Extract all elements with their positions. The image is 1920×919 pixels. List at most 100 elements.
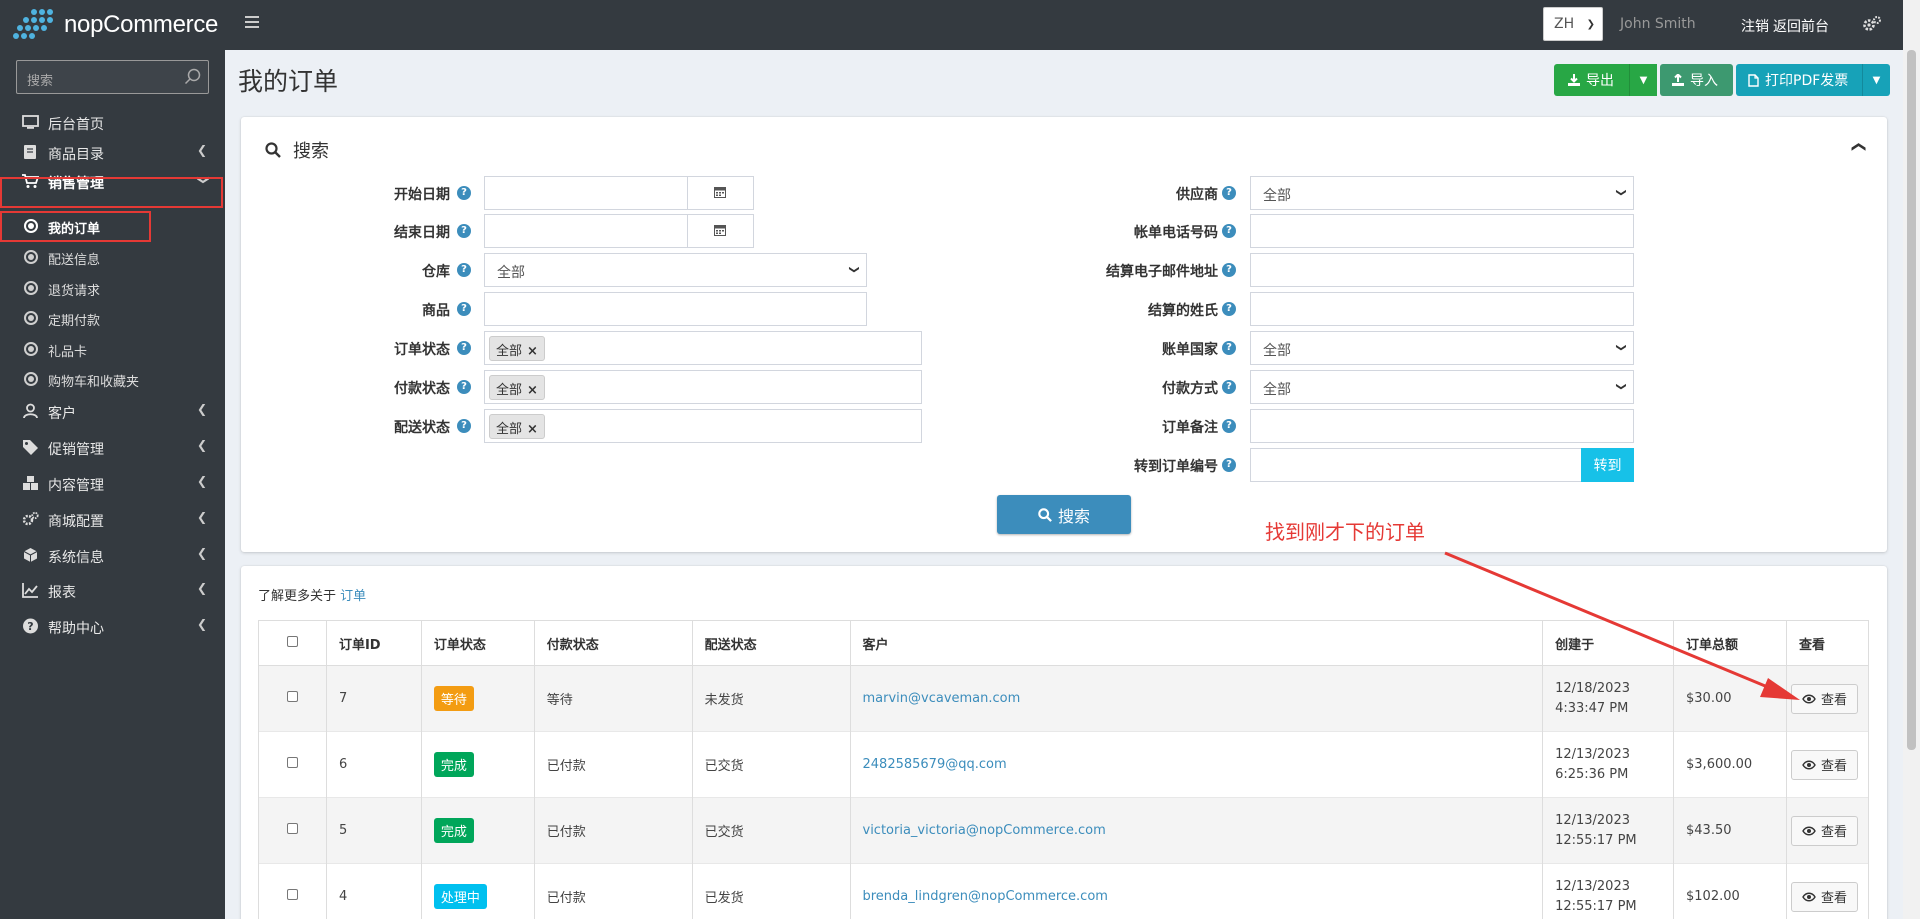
row-select-cell[interactable] <box>258 731 327 798</box>
view-order-button[interactable]: 查看 <box>1790 749 1858 780</box>
order-status-tag[interactable]: 全部 × <box>489 336 545 361</box>
order-notes-input[interactable] <box>1250 409 1634 443</box>
sidebar-item-promotions[interactable]: 促销管理 ❮ <box>0 432 225 462</box>
sidebar-item-reports[interactable]: 报表 ❮ <box>0 575 225 605</box>
help-icon[interactable]: ? <box>1222 186 1236 200</box>
column-header[interactable]: 客户 <box>849 620 1544 666</box>
payment-method-select[interactable]: 全部 ❮ <box>1250 370 1634 404</box>
customer-email-link[interactable]: victoria_victoria@nopCommerce.com <box>863 823 1106 838</box>
end-date-input[interactable] <box>484 214 754 248</box>
sidebar-item-customers[interactable]: 客户 ❮ <box>0 396 225 426</box>
view-order-button[interactable]: 查看 <box>1790 815 1858 846</box>
help-icon[interactable]: ? <box>1222 419 1236 433</box>
shipping-status-tag[interactable]: 全部 × <box>489 414 545 439</box>
import-button[interactable]: 导入 <box>1660 64 1733 96</box>
sidebar-item-gift-cards[interactable]: 礼品卡 <box>0 335 225 363</box>
sidebar-item-help[interactable]: ? 帮助中心 ❮ <box>0 611 225 641</box>
back-to-store-link[interactable]: 返回前台 <box>1773 16 1829 36</box>
start-date-input[interactable] <box>484 176 754 210</box>
logout-link[interactable]: 注销 <box>1741 16 1769 36</box>
goto-order-input[interactable] <box>1250 448 1582 482</box>
language-select[interactable]: ZH ❯ <box>1543 7 1603 41</box>
customer-email-link[interactable]: marvin@vcaveman.com <box>863 691 1021 706</box>
help-icon[interactable]: ? <box>1222 302 1236 316</box>
row-select-cell[interactable] <box>258 863 327 919</box>
help-icon[interactable]: ? <box>1222 341 1236 355</box>
search-icon[interactable] <box>184 68 202 86</box>
column-header[interactable]: 付款状态 <box>533 620 693 666</box>
remove-tag-icon[interactable]: × <box>527 383 538 398</box>
column-header[interactable]: 创建于 <box>1542 620 1675 666</box>
print-pdf-button[interactable]: 打印PDF发票 <box>1736 64 1862 96</box>
settings-gears-icon[interactable] <box>1862 15 1882 33</box>
remove-tag-icon[interactable]: × <box>527 344 538 359</box>
row-checkbox[interactable] <box>286 757 298 768</box>
column-header[interactable]: 订单ID <box>325 620 422 666</box>
sidebar-item-configuration[interactable]: 商城配置 ❮ <box>0 504 225 534</box>
sidebar-search-input[interactable]: 搜索 <box>27 70 53 89</box>
sidebar-item-content[interactable]: 内容管理 ❮ <box>0 468 225 498</box>
row-checkbox[interactable] <box>286 889 298 901</box>
payment-status-multiselect[interactable]: 全部 × <box>484 370 922 404</box>
help-icon[interactable]: ? <box>457 419 471 433</box>
remove-tag-icon[interactable]: × <box>527 422 538 437</box>
sidebar-item-return-requests[interactable]: 退货请求 <box>0 274 225 302</box>
current-user[interactable]: John Smith <box>1620 16 1696 32</box>
vendor-select[interactable]: 全部 ❮ <box>1250 176 1634 210</box>
row-checkbox[interactable] <box>286 823 298 834</box>
product-input[interactable] <box>484 292 867 326</box>
shipping-status-cell: 已发货 <box>691 863 851 919</box>
brand-logo[interactable]: nopCommerce <box>12 8 222 42</box>
help-icon[interactable]: ? <box>457 224 471 238</box>
sidebar-item-recurring-payments[interactable]: 定期付款 <box>0 304 225 332</box>
column-header[interactable]: 订单总额 <box>1673 620 1787 666</box>
view-order-button[interactable]: 查看 <box>1790 881 1858 912</box>
row-select-cell[interactable] <box>258 797 327 864</box>
customer-email-link[interactable]: 2482585679@qq.com <box>863 757 1007 772</box>
help-icon[interactable]: ? <box>1222 458 1236 472</box>
help-icon[interactable]: ? <box>1222 380 1236 394</box>
help-icon[interactable]: ? <box>457 302 471 316</box>
page-scrollbar[interactable] <box>1903 0 1920 919</box>
row-select-cell[interactable] <box>258 665 327 732</box>
learn-more-link[interactable]: 订单 <box>340 589 366 604</box>
sidebar-item-shopping-carts[interactable]: 购物车和收藏夹 <box>0 365 225 393</box>
help-icon[interactable]: ? <box>457 380 471 394</box>
select-all-checkbox[interactable] <box>286 635 298 647</box>
sidebar-item-system[interactable]: 系统信息 ❮ <box>0 540 225 570</box>
select-all-header[interactable] <box>258 620 327 666</box>
search-panel-header[interactable]: 搜索 <box>265 137 329 163</box>
end-date-calendar-button[interactable] <box>687 215 753 247</box>
search-button[interactable]: 搜索 <box>997 495 1131 534</box>
print-pdf-dropdown-toggle[interactable]: ▼ <box>1862 64 1890 96</box>
billing-email-input[interactable] <box>1250 253 1634 287</box>
warehouse-select[interactable]: 全部 ❮ <box>484 253 867 287</box>
shipping-status-multiselect[interactable]: 全部 × <box>484 409 922 443</box>
billing-lastname-input[interactable] <box>1250 292 1634 326</box>
sidebar-item-catalog[interactable]: 商品目录 ❮ <box>0 137 225 167</box>
sidebar-item-shipments[interactable]: 配送信息 <box>0 243 225 271</box>
order-status-multiselect[interactable]: 全部 × <box>484 331 922 365</box>
column-header[interactable]: 订单状态 <box>420 620 535 666</box>
view-order-button[interactable]: 查看 <box>1790 683 1858 714</box>
billing-phone-input[interactable] <box>1250 214 1634 248</box>
export-dropdown-toggle[interactable]: ▼ <box>1629 64 1657 96</box>
sidebar-search[interactable]: 搜索 <box>16 60 209 94</box>
start-date-calendar-button[interactable] <box>687 177 753 209</box>
row-checkbox[interactable] <box>286 691 298 702</box>
scrollbar-thumb[interactable] <box>1907 50 1916 750</box>
help-icon[interactable]: ? <box>457 263 471 277</box>
help-icon[interactable]: ? <box>457 186 471 200</box>
sidebar-item-dashboard[interactable]: 后台首页 <box>0 107 225 137</box>
column-header[interactable]: 配送状态 <box>691 620 851 666</box>
menu-toggle-icon[interactable] <box>245 16 259 30</box>
payment-status-tag[interactable]: 全部 × <box>489 375 545 400</box>
eye-icon <box>1802 760 1816 769</box>
goto-order-button[interactable]: 转到 <box>1581 448 1634 482</box>
help-icon[interactable]: ? <box>1222 263 1236 277</box>
chevron-up-icon[interactable]: ❮ <box>1851 141 1867 153</box>
billing-country-select[interactable]: 全部 ❮ <box>1250 331 1634 365</box>
help-icon[interactable]: ? <box>457 341 471 355</box>
customer-email-link[interactable]: brenda_lindgren@nopCommerce.com <box>863 889 1108 904</box>
help-icon[interactable]: ? <box>1222 224 1236 238</box>
